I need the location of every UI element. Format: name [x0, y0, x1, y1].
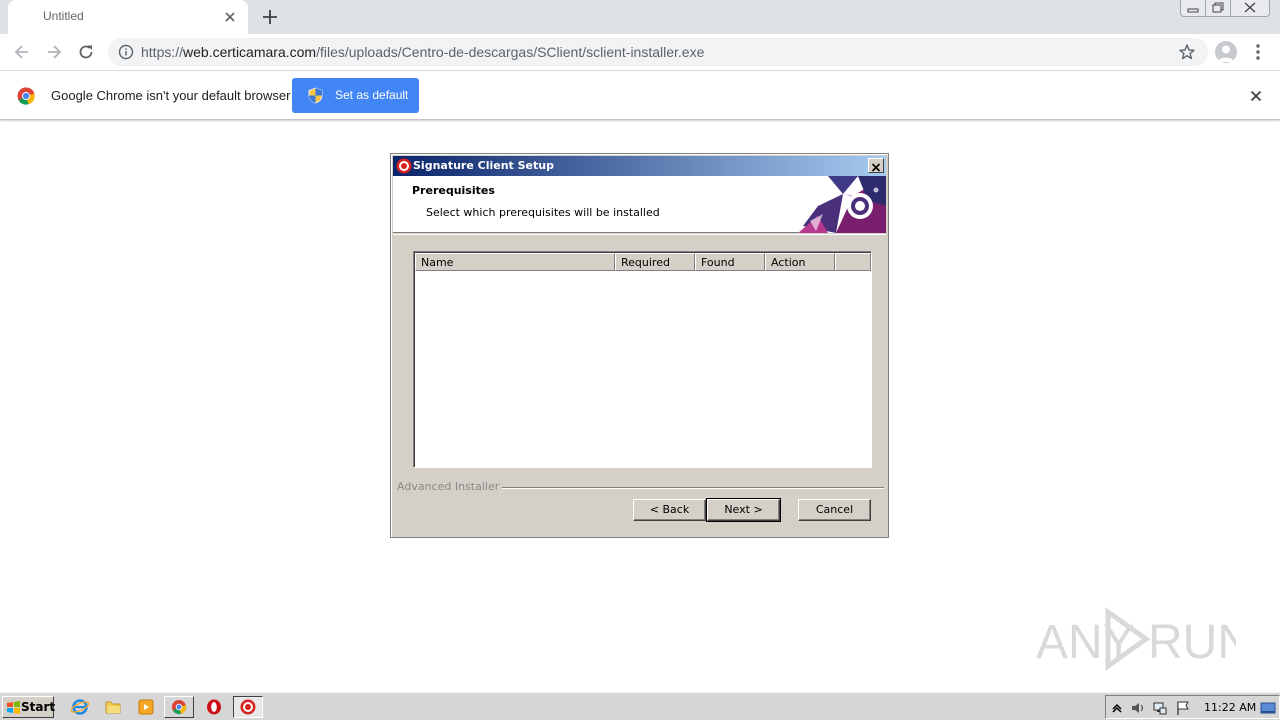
branding-label: Advanced Installer	[397, 480, 503, 493]
taskbar-ie[interactable]	[65, 696, 95, 718]
chrome-menu-icon[interactable]	[1250, 42, 1266, 62]
close-window-icon	[1244, 2, 1256, 13]
action-center-flag-icon[interactable]	[1175, 700, 1191, 716]
system-tray: 11:22 AM	[1105, 695, 1280, 719]
network-icon[interactable]	[1152, 700, 1168, 716]
chrome-logo-icon	[17, 87, 35, 105]
show-hidden-icons-icon[interactable]	[1109, 700, 1125, 716]
signature-client-icon	[240, 699, 256, 715]
taskbar-opera[interactable]	[199, 696, 229, 718]
close-icon	[871, 163, 881, 172]
watermark-text-left: ANY	[1036, 616, 1135, 669]
browser-tab[interactable]: Untitled	[8, 0, 248, 34]
url-path: /files/uploads/Centro-de-descargas/SClie…	[316, 44, 705, 60]
dialog-titlebar[interactable]: Signature Client Setup	[393, 156, 886, 176]
address-bar[interactable]: https://web.certicamara.com/files/upload…	[108, 38, 1208, 66]
internet-explorer-icon	[70, 699, 90, 715]
new-tab-icon[interactable]	[261, 8, 279, 26]
tab-title: Untitled	[43, 9, 84, 23]
windows-flag-icon	[7, 701, 20, 714]
start-label: Start	[21, 700, 56, 714]
tab-close-icon[interactable]	[222, 9, 238, 25]
set-as-default-button[interactable]: Set as default	[292, 78, 419, 113]
dialog-close-button[interactable]	[868, 158, 884, 173]
reload-icon[interactable]	[76, 42, 96, 62]
watermark-text-right: RUN	[1148, 616, 1236, 669]
profile-avatar[interactable]	[1215, 41, 1237, 63]
set-as-default-label: Set as default	[335, 88, 409, 102]
show-desktop-icon[interactable]	[1260, 700, 1276, 716]
window-controls	[1180, 0, 1270, 18]
cancel-button[interactable]: Cancel	[798, 499, 871, 521]
infobar-message: Google Chrome isn't your default browser	[51, 88, 291, 103]
restore-button[interactable]	[1205, 0, 1231, 17]
step-subtitle: Select which prerequisites will be insta…	[426, 206, 660, 219]
taskbar-explorer[interactable]	[98, 696, 128, 718]
taskbar-chrome[interactable]	[164, 696, 194, 718]
step-title: Prerequisites	[412, 184, 495, 197]
taskbar-signature-client[interactable]	[233, 696, 263, 718]
column-found[interactable]: Found	[695, 253, 765, 271]
column-extra[interactable]	[835, 253, 871, 271]
close-window-button[interactable]	[1230, 0, 1270, 17]
header-separator	[393, 234, 886, 235]
taskbar-media-player[interactable]	[131, 696, 161, 718]
url-host: web.certicamara.com	[183, 44, 317, 60]
app-record-icon	[396, 158, 412, 174]
minimize-button[interactable]	[1180, 0, 1206, 17]
anyrun-watermark: ANY RUN	[1036, 607, 1236, 671]
windows-taskbar: Start 11:22 AM	[0, 692, 1280, 720]
browser-toolbar: https://web.certicamara.com/files/upload…	[0, 34, 1280, 71]
next-button[interactable]: Next >	[706, 498, 781, 522]
opera-icon	[207, 699, 221, 715]
column-name[interactable]: Name	[415, 253, 615, 271]
infobar-close-icon[interactable]	[1248, 88, 1264, 104]
restore-icon	[1212, 2, 1224, 13]
url-text: https://web.certicamara.com/files/upload…	[141, 44, 704, 60]
folder-icon	[105, 701, 121, 714]
site-info-icon[interactable]	[118, 44, 134, 60]
volume-icon[interactable]	[1130, 700, 1146, 716]
url-scheme: https://	[141, 44, 184, 60]
start-button[interactable]: Start	[2, 696, 56, 718]
column-action[interactable]: Action	[765, 253, 835, 271]
taskbar-clock[interactable]: 11:22 AM	[1204, 701, 1256, 714]
dialog-header-panel: Prerequisites Select which prerequisites…	[393, 176, 886, 233]
person-icon	[1218, 45, 1234, 62]
minimize-icon	[1187, 8, 1199, 13]
back-arrow-icon[interactable]	[12, 42, 32, 62]
setup-dialog: Signature Client Setup Prerequisites Sel…	[390, 153, 889, 538]
bookmark-star-icon[interactable]	[1178, 43, 1196, 61]
default-browser-infobar: Google Chrome isn't your default browser…	[0, 72, 1280, 120]
installer-banner-art	[798, 176, 886, 233]
tab-strip: Untitled	[0, 0, 1280, 34]
forward-arrow-icon[interactable]	[44, 42, 64, 62]
back-button[interactable]: < Back	[633, 499, 706, 521]
chrome-taskbar-icon	[172, 700, 187, 715]
dialog-title: Signature Client Setup	[413, 159, 554, 172]
prerequisites-list[interactable]: Name Required Found Action	[413, 251, 872, 468]
column-required[interactable]: Required	[615, 253, 695, 271]
media-player-icon	[138, 699, 154, 715]
list-header: Name Required Found Action	[415, 253, 871, 271]
uac-shield-icon	[308, 87, 323, 104]
